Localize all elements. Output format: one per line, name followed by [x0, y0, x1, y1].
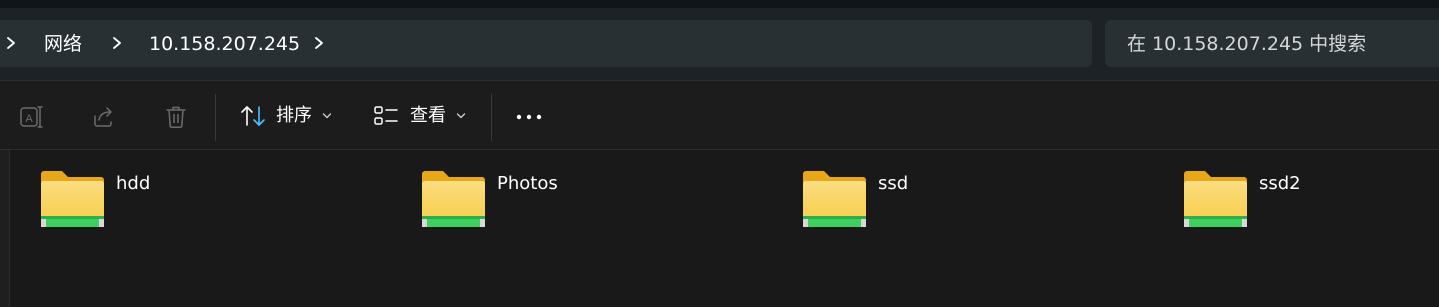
more-icon[interactable]: [514, 104, 544, 130]
breadcrumb-root-chevron-icon[interactable]: [4, 34, 18, 52]
sort-button[interactable]: 排序: [234, 95, 340, 137]
view-button[interactable]: 查看: [366, 95, 476, 137]
svg-text:A: A: [25, 113, 33, 125]
breadcrumb-chevron-icon[interactable]: [110, 34, 124, 52]
folder-item[interactable]: Photos: [421, 170, 721, 235]
view-icon: [374, 106, 398, 125]
folder-name: ssd: [878, 173, 909, 194]
breadcrumb-item-host[interactable]: 10.158.207.245: [149, 32, 300, 56]
breadcrumb-item-network[interactable]: 网络: [44, 32, 82, 56]
folder-name: ssd2: [1259, 173, 1301, 194]
file-list: hdd Photos ssd ssd2: [0, 150, 1439, 307]
address-bar[interactable]: 网络 10.158.207.245: [0, 20, 1092, 67]
folder-item[interactable]: hdd: [40, 170, 340, 235]
network-folder-icon: [422, 171, 485, 227]
search-input[interactable]: 在 10.158.207.245 中搜索: [1127, 32, 1366, 56]
chevron-down-icon: [322, 113, 332, 119]
network-folder-icon: [41, 171, 104, 227]
network-folder-icon: [1184, 171, 1247, 227]
navigation-pane-edge[interactable]: [0, 150, 10, 307]
share-icon[interactable]: [91, 104, 117, 130]
folder-name: hdd: [116, 173, 151, 194]
toolbar-separator: [215, 94, 216, 141]
rename-icon[interactable]: A: [19, 104, 45, 130]
folder-item[interactable]: ssd2: [1183, 170, 1439, 235]
address-bar-area: 网络 10.158.207.245 在 10.158.207.245 中搜索: [0, 8, 1439, 80]
view-label: 查看: [410, 105, 446, 126]
toolbar-separator: [491, 94, 492, 141]
trash-icon[interactable]: [163, 104, 189, 130]
folder-item[interactable]: ssd: [802, 170, 1102, 235]
search-box[interactable]: 在 10.158.207.245 中搜索: [1105, 20, 1439, 67]
chevron-down-icon: [456, 113, 466, 119]
network-folder-icon: [803, 171, 866, 227]
folder-name: Photos: [497, 173, 558, 194]
command-bar: A 排序 查看: [0, 80, 1439, 150]
sort-label: 排序: [276, 105, 312, 126]
sort-icon: [241, 106, 265, 126]
title-bar-strip: [0, 0, 1439, 8]
breadcrumb-chevron-icon[interactable]: [312, 34, 326, 52]
